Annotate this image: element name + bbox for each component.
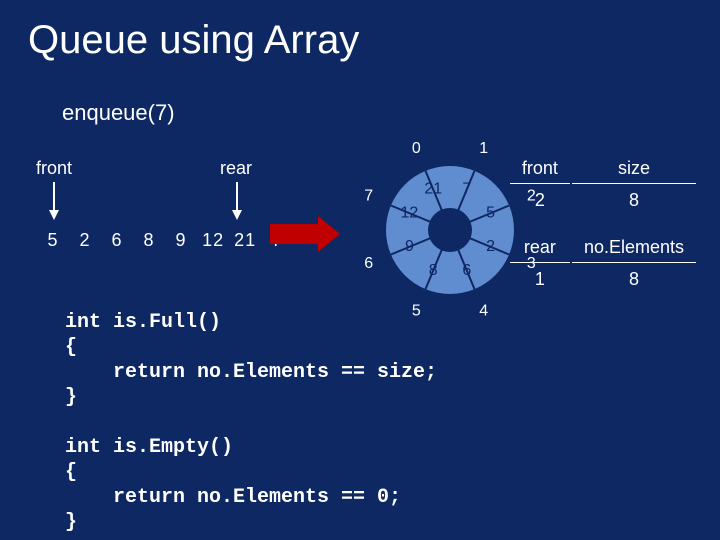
rear-arrow-stem [236, 182, 238, 210]
front-arrow-stem [53, 182, 55, 210]
array-cell: 9 [168, 230, 194, 251]
stat-rear-value: 1 [510, 265, 570, 294]
outer-index: 7 [364, 188, 373, 205]
stats-panel: front size 2 8 rear no.Elements 1 8 [508, 152, 698, 296]
code-listing: int is.Full() { return no.Elements == si… [65, 310, 437, 535]
array-cell: 6 [104, 230, 130, 251]
inner-value: 8 [429, 262, 438, 279]
stat-noel-label: no.Elements [572, 233, 696, 263]
stat-size-label: size [572, 154, 696, 184]
array-cell: 2 [72, 230, 98, 251]
array-cell: 21 [232, 230, 258, 251]
stat-size-value: 8 [572, 186, 696, 215]
inner-value: 21 [424, 181, 442, 198]
stat-noel-value: 8 [572, 265, 696, 294]
inner-value: 6 [462, 262, 471, 279]
outer-index: 4 [479, 303, 488, 320]
rear-pointer-label: rear [220, 158, 252, 179]
inner-value: 12 [401, 204, 419, 221]
linear-array: 5 2 6 8 9 12 21 7 [40, 230, 290, 251]
circle-hub [428, 208, 472, 252]
inner-value: 2 [486, 238, 495, 255]
front-pointer-label: front [36, 158, 72, 179]
outer-index: 0 [412, 140, 421, 157]
stat-front-label: front [510, 154, 570, 184]
rear-arrow-head-icon [232, 210, 242, 220]
front-arrow-head-icon [49, 210, 59, 220]
outer-index: 1 [479, 140, 488, 157]
page-title: Queue using Array [28, 18, 359, 63]
array-cell: 12 [200, 230, 226, 251]
array-cell: 5 [40, 230, 66, 251]
outer-index: 6 [364, 255, 373, 272]
stat-rear-label: rear [510, 233, 570, 263]
operation-label: enqueue(7) [62, 100, 175, 126]
inner-value: 9 [405, 238, 414, 255]
inner-value: 5 [486, 204, 495, 221]
stat-front-value: 2 [510, 186, 570, 215]
enqueue-arrow-icon [270, 224, 340, 252]
array-cell: 8 [136, 230, 162, 251]
inner-value: 7 [462, 181, 471, 198]
